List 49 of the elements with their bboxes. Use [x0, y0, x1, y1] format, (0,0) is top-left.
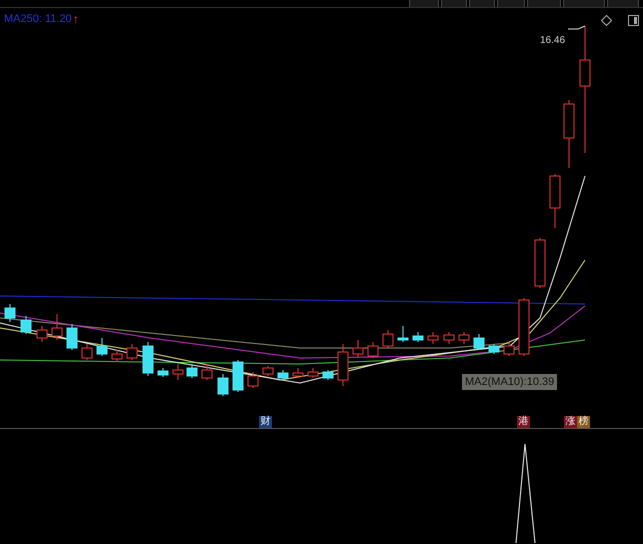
- candlestick: [518, 298, 530, 356]
- candlestick: [338, 344, 348, 386]
- candlestick: [96, 338, 108, 356]
- candlestick: [398, 326, 408, 342]
- event-marker[interactable]: 财: [259, 416, 272, 428]
- candlestick: [142, 342, 154, 376]
- diamond-icon[interactable]: [601, 15, 612, 26]
- candlestick: [352, 340, 364, 358]
- event-marker[interactable]: 榜: [577, 416, 590, 428]
- candlestick: [564, 100, 574, 168]
- leader-line: [568, 26, 586, 30]
- candlestick: [218, 374, 228, 396]
- candlestick: [550, 174, 560, 228]
- candlestick: [428, 332, 438, 344]
- candlestick: [4, 304, 16, 322]
- candlestick: [186, 364, 198, 378]
- candlestick: [278, 370, 288, 380]
- candlestick: [458, 332, 470, 344]
- candlestick: [368, 342, 378, 358]
- candlestick: [202, 364, 212, 380]
- candlestick: [322, 370, 334, 380]
- event-marker[interactable]: 港: [517, 416, 530, 428]
- arrow-icon: ↑: [72, 12, 79, 26]
- candlestick: [20, 316, 32, 334]
- panel-icon[interactable]: [628, 15, 639, 26]
- candlestick: [126, 344, 138, 360]
- candlestick: [52, 314, 62, 340]
- candlestick: [474, 334, 484, 350]
- candlestick: [308, 368, 318, 378]
- candlestick: [36, 326, 48, 342]
- candlestick: [112, 350, 122, 362]
- candlestick: [82, 344, 92, 360]
- candlestick: [444, 332, 454, 344]
- candlestick: [382, 330, 394, 348]
- candlestick: [292, 368, 304, 378]
- candlestick: [66, 324, 78, 350]
- indicator-label: MA250: 11.20: [4, 13, 72, 25]
- tooltip: MA2(MA10):10.39: [462, 374, 558, 390]
- candlestick: [504, 342, 514, 356]
- candlestick: [232, 360, 244, 392]
- candlestick: [412, 332, 424, 342]
- candlestick: [534, 238, 546, 288]
- candlestick: [158, 368, 168, 378]
- candlestick: [172, 364, 184, 380]
- event-marker[interactable]: 涨: [564, 416, 577, 428]
- candlestick: [248, 372, 258, 388]
- candlestick: [488, 344, 500, 354]
- price-label: 16.46: [540, 35, 566, 46]
- candlestick: [262, 366, 274, 376]
